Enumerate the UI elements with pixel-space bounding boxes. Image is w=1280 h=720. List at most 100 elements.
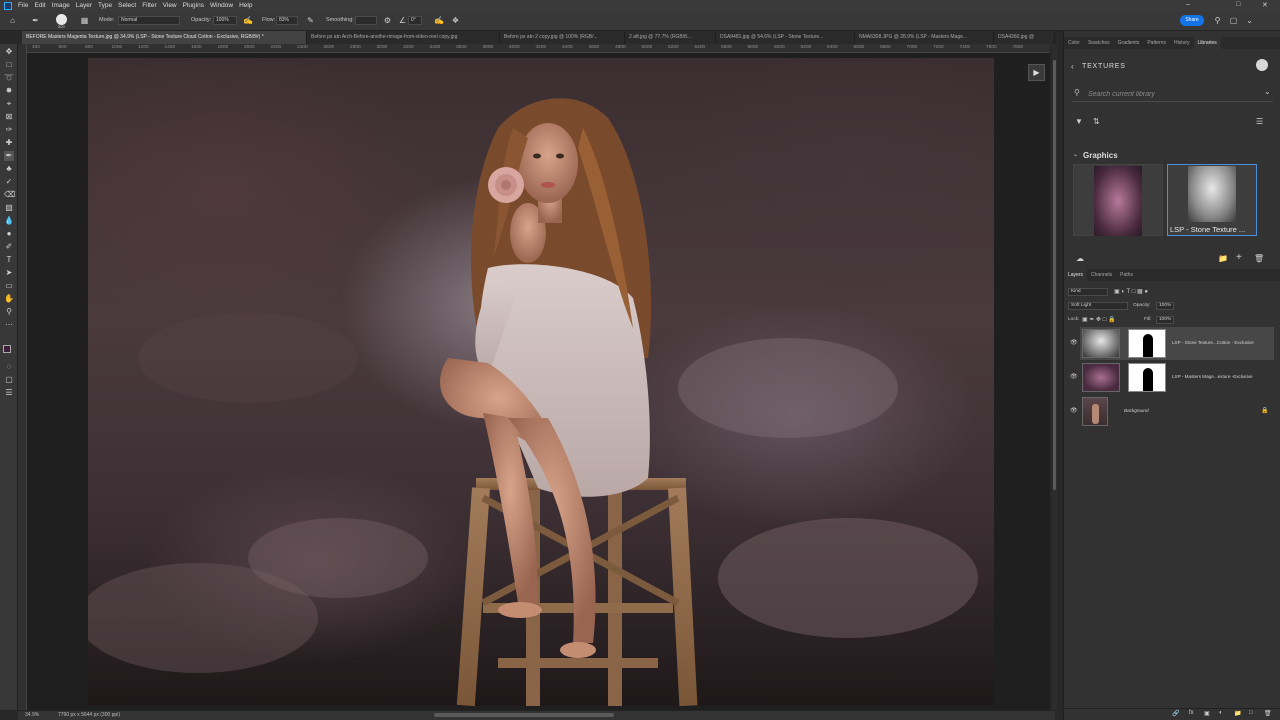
lasso-tool-icon[interactable]: ➰: [4, 73, 14, 83]
blur-tool-icon[interactable]: 💧: [4, 216, 14, 226]
history-brush-icon[interactable]: ✓: [4, 177, 14, 187]
dropdown-icon[interactable]: ⌄: [1245, 16, 1254, 25]
pressure-size-icon[interactable]: ✍: [434, 16, 444, 25]
flow-field[interactable]: 83%: [276, 16, 298, 25]
play-icon[interactable]: ▶: [1028, 64, 1045, 81]
healing-brush-icon[interactable]: ✚: [4, 138, 14, 148]
cloud-icon[interactable]: ☁: [1076, 254, 1084, 263]
tab-color[interactable]: Color: [1064, 37, 1084, 49]
clone-stamp-icon[interactable]: ♣: [4, 164, 14, 174]
list-view-icon[interactable]: ☰: [1256, 117, 1263, 126]
brush-settings-icon[interactable]: ▦: [80, 16, 89, 25]
eye-icon[interactable]: 👁: [1070, 339, 1078, 346]
foreground-color-swatch[interactable]: [3, 345, 11, 353]
gradient-tool-icon[interactable]: ▧: [4, 203, 14, 213]
eraser-icon[interactable]: ⌫: [4, 190, 15, 200]
symmetry-icon[interactable]: ❖: [451, 16, 460, 25]
minimize-icon[interactable]: –: [1186, 1, 1190, 8]
menu-image[interactable]: Image: [52, 2, 70, 9]
menu-edit[interactable]: Edit: [34, 2, 45, 9]
tab-libraries[interactable]: Libraries: [1193, 37, 1221, 49]
zoom-level[interactable]: 34.9%: [25, 712, 39, 718]
tab-before-arch[interactable]: Before ps atn Arch-Before-anothe-rimage-…: [307, 31, 500, 44]
tab-dsa9481[interactable]: DSA9481.jpg @ 54.6% (LSP - Stone Texture…: [716, 31, 855, 44]
menu-file[interactable]: File: [18, 2, 28, 9]
brush-tool-icon[interactable]: ✒: [4, 151, 14, 161]
tab-gradients[interactable]: Gradients: [1114, 37, 1144, 49]
menu-layer[interactable]: Layer: [76, 2, 92, 9]
maximize-icon[interactable]: □: [1236, 1, 1240, 8]
edit-toolbar-icon[interactable]: ☰: [4, 388, 14, 398]
menu-help[interactable]: Help: [239, 2, 252, 9]
workspace-icon[interactable]: ▢: [1229, 16, 1238, 25]
library-search[interactable]: ⚲ ⌄: [1073, 86, 1273, 102]
tab-paths[interactable]: Paths: [1116, 269, 1137, 281]
brush-tool-icon[interactable]: ✒: [31, 16, 40, 25]
library-thumb-stone[interactable]: LSP - Stone Texture ...: [1167, 164, 1257, 236]
document-image[interactable]: [88, 58, 994, 706]
path-select-icon[interactable]: ➤: [4, 268, 14, 278]
close-icon[interactable]: ✕: [1262, 1, 1268, 9]
fx-icon[interactable]: fx: [1189, 710, 1194, 716]
airbrush-icon[interactable]: ✎: [306, 16, 315, 25]
opacity-field[interactable]: 100%: [1156, 302, 1174, 310]
trash-icon[interactable]: 🗑: [1254, 254, 1264, 263]
zoom-tool-icon[interactable]: ⚲: [4, 307, 14, 317]
search-icon[interactable]: ⚲: [1213, 16, 1222, 25]
pressure-opacity-icon[interactable]: ✍: [243, 16, 253, 25]
eyedropper-icon[interactable]: ✑: [4, 125, 14, 135]
library-search-input[interactable]: [1088, 89, 1258, 99]
eye-icon[interactable]: 👁: [1070, 407, 1078, 414]
tab-history[interactable]: History: [1170, 37, 1194, 49]
tab-channels[interactable]: Channels: [1087, 269, 1116, 281]
delete-layer-icon[interactable]: 🗑: [1264, 710, 1272, 717]
frame-tool-icon[interactable]: ⊠: [4, 112, 14, 122]
collapse-chevron-icon[interactable]: ⌄: [1073, 151, 1078, 158]
vertical-scrollbar[interactable]: [1053, 60, 1056, 490]
layer-row[interactable]: 👁 LSP - Stone Texture...Cotton - Exclusi…: [1070, 327, 1274, 360]
adjustment-layer-icon[interactable]: ◐: [1219, 710, 1223, 716]
group-folder-icon[interactable]: 📁: [1234, 710, 1241, 717]
opacity-field[interactable]: 100%: [213, 16, 237, 25]
smoothing-field[interactable]: [355, 16, 377, 25]
mode-select[interactable]: Normal: [118, 16, 180, 25]
hand-tool-icon[interactable]: ✋: [4, 294, 14, 304]
menu-view[interactable]: View: [163, 2, 177, 9]
menu-type[interactable]: Type: [98, 2, 112, 9]
gear-icon[interactable]: ⚙: [383, 16, 392, 25]
dodge-tool-icon[interactable]: ●: [4, 229, 14, 239]
horizontal-scrollbar[interactable]: [434, 713, 614, 717]
menu-select[interactable]: Select: [118, 2, 136, 9]
angle-field[interactable]: 0°: [408, 16, 422, 25]
crop-tool-icon[interactable]: ⌖: [4, 99, 14, 109]
pen-tool-icon[interactable]: ✐: [4, 242, 14, 252]
type-tool-icon[interactable]: T: [4, 255, 14, 265]
home-icon[interactable]: ⌂: [8, 16, 17, 25]
folder-icon[interactable]: 📁: [1218, 254, 1228, 263]
menu-window[interactable]: Window: [210, 2, 233, 9]
link-layers-icon[interactable]: 🔗: [1172, 710, 1179, 717]
add-mask-icon[interactable]: ▣: [1204, 710, 1210, 717]
fill-field[interactable]: 100%: [1156, 316, 1174, 324]
more-tools-icon[interactable]: ⋯: [4, 320, 14, 330]
back-chevron-icon[interactable]: ‹: [1071, 62, 1074, 71]
tab-swatches[interactable]: Swatches: [1084, 37, 1114, 49]
share-button[interactable]: Share: [1180, 15, 1204, 26]
shape-tool-icon[interactable]: ▭: [4, 281, 14, 291]
layer-row[interactable]: 👁 Background 🔒: [1070, 395, 1274, 428]
eye-icon[interactable]: 👁: [1070, 373, 1078, 380]
screen-mode-icon[interactable]: ▢: [4, 375, 14, 385]
tab-dsa4360[interactable]: DSA4360.jpg @: [994, 31, 1055, 44]
tab-before-2[interactable]: Before ps atn 2 copy.jpg @ 100% (RGB/...: [500, 31, 625, 44]
marquee-tool-icon[interactable]: □: [4, 60, 14, 70]
tab-nma6308[interactable]: NMA6308.JPG @ 28.9% (LSP - Masters Mage.…: [855, 31, 994, 44]
collaborate-icon[interactable]: [1256, 59, 1268, 71]
tab-layers[interactable]: Layers: [1064, 269, 1088, 281]
quick-select-icon[interactable]: ✸: [4, 86, 14, 96]
filter-icons[interactable]: ▣ ◐ T □ ▦ ●: [1114, 288, 1148, 295]
layer-row[interactable]: 👁 LSP - Masters Mage...exture -Exclusive: [1070, 361, 1274, 394]
canvas-area[interactable]: ▶: [27, 53, 1050, 710]
library-thumb-magenta[interactable]: [1073, 164, 1163, 236]
menu-filter[interactable]: Filter: [142, 2, 156, 9]
chevron-down-icon[interactable]: ⌄: [1264, 87, 1271, 96]
